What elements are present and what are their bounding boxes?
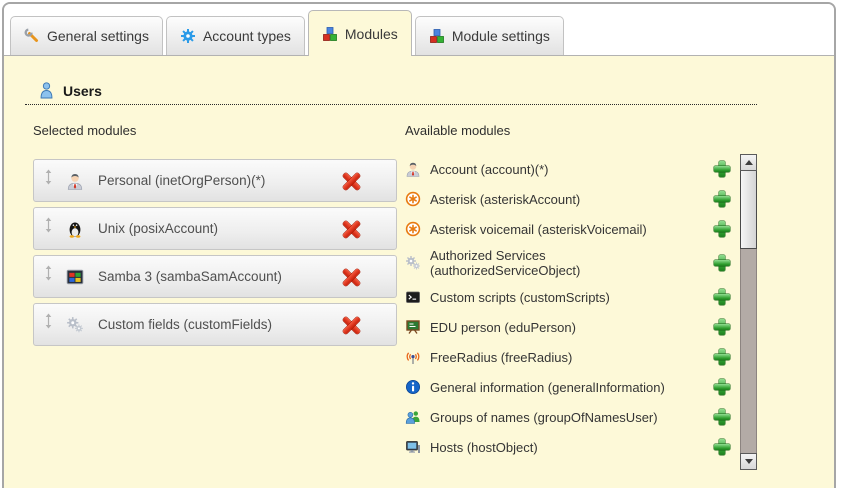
terminal-icon (405, 289, 421, 305)
module-label: Account (account)(*) (430, 162, 549, 177)
module-label: FreeRadius (freeRadius) (430, 350, 572, 365)
remove-module-button[interactable] (342, 267, 361, 286)
available-modules-column: Available modules Account (account)(*) (405, 123, 760, 476)
tab-label: Account types (203, 28, 291, 44)
tab-account-types[interactable]: Account types (166, 16, 305, 55)
personal-icon (405, 161, 421, 177)
available-module-row-edu-person[interactable]: EDU person (eduPerson) (405, 316, 760, 338)
remove-module-button[interactable] (342, 171, 361, 190)
available-module-row-freeradius[interactable]: FreeRadius (freeRadius) (405, 346, 760, 368)
scrollbar-thumb[interactable] (740, 171, 757, 249)
add-module-button[interactable] (714, 161, 730, 177)
tab-label: Module settings (452, 28, 550, 44)
arrow-down-icon (745, 459, 753, 464)
available-module-row-asterisk[interactable]: Asterisk (asteriskAccount) (405, 188, 760, 210)
users-section-header: Users (25, 56, 757, 105)
selected-module-row-samba[interactable]: Samba 3 (sambaSamAccount) (33, 255, 397, 298)
personal-icon (66, 172, 84, 190)
gears-icon (405, 255, 421, 271)
selected-modules-list: Personal (inetOrgPerson)(*) (33, 159, 397, 346)
available-module-row-asterisk-voicemail[interactable]: Asterisk voicemail (asteriskVoicemail) (405, 218, 760, 240)
scrollbar-track[interactable] (740, 249, 757, 453)
add-module-button[interactable] (714, 289, 730, 305)
computer-icon (405, 439, 421, 455)
gear-icon (180, 28, 196, 44)
tab-bar: General settings Account types (4, 4, 834, 56)
module-label: Asterisk voicemail (asteriskVoicemail) (430, 222, 647, 237)
available-module-row-general-information[interactable]: General information (generalInformation) (405, 376, 760, 398)
arrow-up-icon (745, 160, 753, 165)
asterisk-icon (405, 191, 421, 207)
selected-module-row-personal[interactable]: Personal (inetOrgPerson)(*) (33, 159, 397, 202)
modules-tab-panel: Users Selected modules (4, 56, 834, 488)
wrench-icon (24, 28, 40, 44)
tab-modules[interactable]: Modules (308, 10, 412, 56)
add-module-button[interactable] (714, 319, 730, 335)
module-label: General information (generalInformation) (430, 380, 665, 395)
module-label: Asterisk (asteriskAccount) (430, 192, 580, 207)
tux-penguin-icon (66, 220, 84, 238)
module-label: Authorized Services (authorizedServiceOb… (430, 248, 688, 278)
tab-label: General settings (47, 28, 149, 44)
section-title: Users (63, 83, 102, 99)
remove-module-button[interactable] (342, 219, 361, 238)
info-icon (405, 379, 421, 395)
module-label: Custom scripts (customScripts) (430, 290, 610, 305)
gears-icon (66, 316, 84, 334)
tab-general-settings[interactable]: General settings (10, 16, 163, 55)
module-label: Groups of names (groupOfNamesUser) (430, 410, 658, 425)
module-label: Custom fields (customFields) (98, 317, 342, 332)
drag-handle-icon[interactable] (44, 313, 53, 329)
tab-label: Modules (345, 26, 398, 42)
add-module-button[interactable] (714, 379, 730, 395)
available-module-row-hosts[interactable]: Hosts (hostObject) (405, 436, 760, 458)
available-module-row-account[interactable]: Account (account)(*) (405, 158, 760, 180)
drag-handle-icon[interactable] (44, 265, 53, 281)
available-module-row-groups-of-names[interactable]: Groups of names (groupOfNamesUser) (405, 406, 760, 428)
available-modules-list: Account (account)(*) Asterisk (asteriskA… (405, 158, 760, 476)
scroll-down-button[interactable] (740, 453, 757, 470)
available-module-row-custom-scripts[interactable]: Custom scripts (customScripts) (405, 286, 760, 308)
selected-module-row-custom-fields[interactable]: Custom fields (customFields) (33, 303, 397, 346)
module-label: Personal (inetOrgPerson)(*) (98, 173, 342, 188)
available-modules-scrollbar[interactable] (740, 154, 757, 470)
add-module-button[interactable] (714, 221, 730, 237)
selected-module-row-unix[interactable]: Unix (posixAccount) (33, 207, 397, 250)
remove-module-button[interactable] (342, 315, 361, 334)
module-label: EDU person (eduPerson) (430, 320, 576, 335)
add-module-button[interactable] (714, 409, 730, 425)
settings-window: General settings Account types (2, 2, 836, 488)
group-icon (405, 409, 421, 425)
add-module-button[interactable] (714, 255, 730, 271)
antenna-icon (405, 349, 421, 365)
asterisk-icon (405, 221, 421, 237)
tab-module-settings[interactable]: Module settings (415, 16, 564, 55)
user-icon (39, 82, 54, 99)
drag-handle-icon[interactable] (44, 217, 53, 233)
windows-logo-icon (66, 268, 84, 286)
module-label: Hosts (hostObject) (430, 440, 538, 455)
module-label: Samba 3 (sambaSamAccount) (98, 269, 342, 284)
drag-handle-icon[interactable] (44, 169, 53, 185)
available-modules-heading: Available modules (405, 123, 760, 138)
selected-modules-column: Selected modules (33, 123, 397, 476)
modules-blocks-icon (429, 28, 445, 44)
add-module-button[interactable] (714, 439, 730, 455)
modules-blocks-icon (322, 26, 338, 42)
scroll-up-button[interactable] (740, 154, 757, 171)
add-module-button[interactable] (714, 191, 730, 207)
module-label: Unix (posixAccount) (98, 221, 342, 236)
selected-modules-heading: Selected modules (33, 123, 397, 138)
chalkboard-icon (405, 319, 421, 335)
available-module-row-authorized-services[interactable]: Authorized Services (authorizedServiceOb… (405, 248, 760, 278)
add-module-button[interactable] (714, 349, 730, 365)
